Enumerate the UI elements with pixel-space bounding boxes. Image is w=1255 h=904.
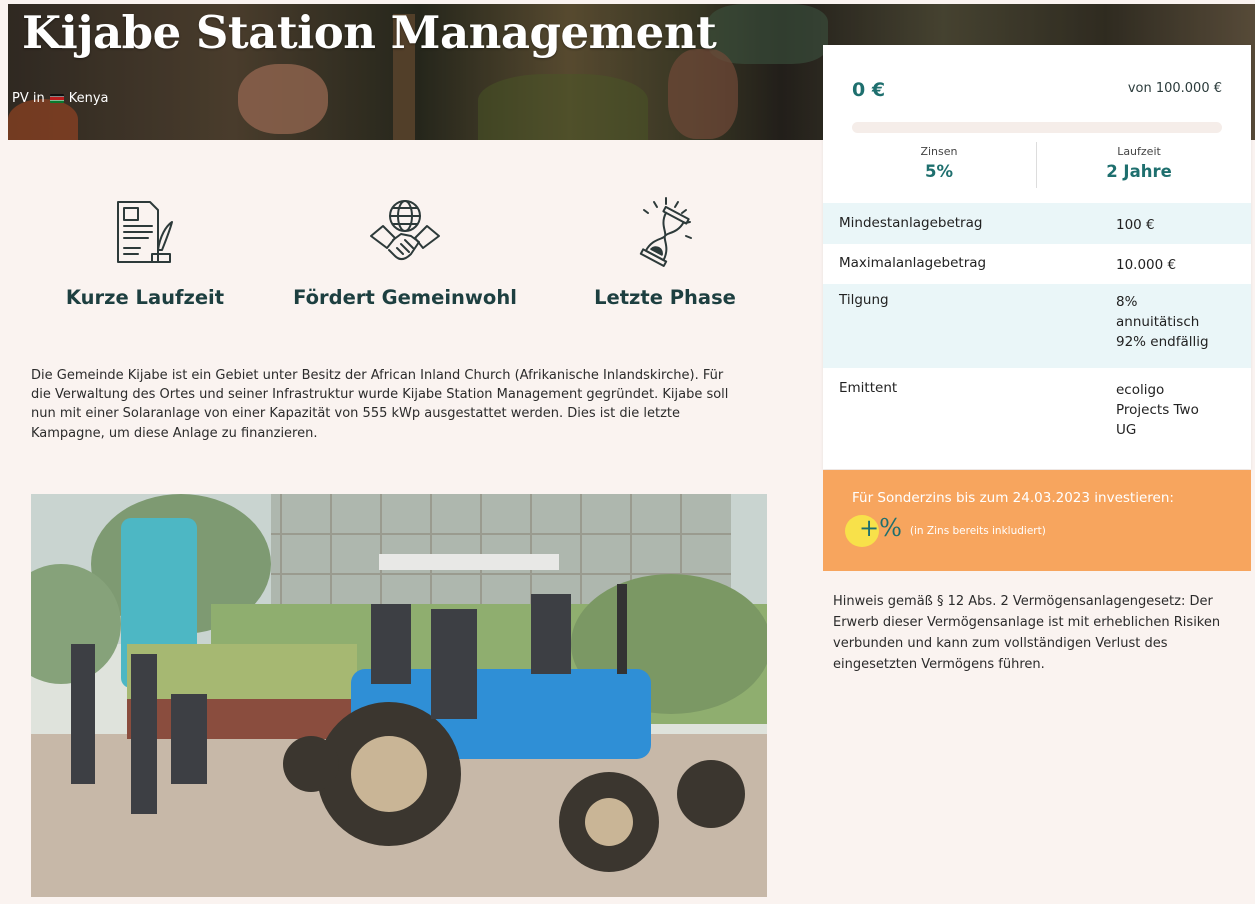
row-key: Mindestanlagebetrag [839,215,983,231]
table-row: Emittent ecoligo Projects Two UG [823,368,1251,468]
investment-panel: 0 € von 100.000 € Zinsen 5% Laufzeit 2 J… [823,45,1251,469]
table-row: Mindestanlagebetrag 100 € [823,203,1251,244]
hourglass-icon [639,197,692,267]
row-value: 100 € [1116,217,1155,233]
kenya-flag-icon [49,94,64,103]
term-label: Laufzeit [1117,145,1161,158]
project-description: Die Gemeinde Kijabe ist ein Gebiet unter… [31,368,729,441]
terms-table: Mindestanlagebetrag 100 € Maximalanlageb… [823,203,1251,468]
risk-disclaimer: Hinweis gemäß § 12 Abs. 2 Vermögensanlag… [833,594,1221,672]
table-row: Maximalanlagebetrag 10.000 € [823,244,1251,284]
row-value: 8% annuitätisch 92% endfällig [1116,294,1209,350]
row-value: ecoligo Projects Two UG [1116,382,1199,438]
feature-last-phase: Letzte Phase [570,196,760,309]
project-location: PV in Kenya [12,91,109,106]
interest-stat: Zinsen 5% [839,145,1039,181]
feature-common-good: Fördert Gemeinwohl [280,196,530,309]
table-row: Tilgung 8% annuitätisch 92% endfällig [823,284,1251,368]
funding-progress-bar [852,122,1222,133]
bonus-percent: +% [859,514,902,542]
country-name: Kenya [68,91,109,106]
contract-icon [117,201,173,263]
project-type: PV in [12,91,45,106]
funding-goal: von 100.000 € [1127,81,1222,96]
bonus-interest-text: Für Sonderzins bis zum 24.03.2023 invest… [852,490,1174,506]
feature-label: Letzte Phase [594,286,736,309]
page-title: Kijabe Station Management [22,6,717,59]
row-key: Emittent [839,380,898,396]
row-value: 10.000 € [1116,257,1177,273]
bonus-note: (in Zins bereits inkludiert) [909,525,1046,537]
bonus-interest-banner[interactable]: Für Sonderzins bis zum 24.03.2023 invest… [823,470,1251,571]
project-photo [31,494,767,897]
funded-amount: 0 € [852,79,886,101]
feature-label: Kurze Laufzeit [65,286,225,309]
row-key: Tilgung [839,292,889,308]
interest-label: Zinsen [920,145,958,158]
term-stat: Laufzeit 2 Jahre [1039,145,1239,181]
stat-divider [1036,142,1037,188]
term-value: 2 Jahre [1106,162,1172,181]
feature-short-term: Kurze Laufzeit [40,196,250,309]
feature-label: Fördert Gemeinwohl [293,286,517,309]
interest-value: 5% [924,162,953,181]
handshake-globe-icon [370,200,440,261]
row-key: Maximalanlagebetrag [839,255,987,271]
bonus-interest-badge: +% (in Zins bereits inkludiert) [845,514,1046,547]
